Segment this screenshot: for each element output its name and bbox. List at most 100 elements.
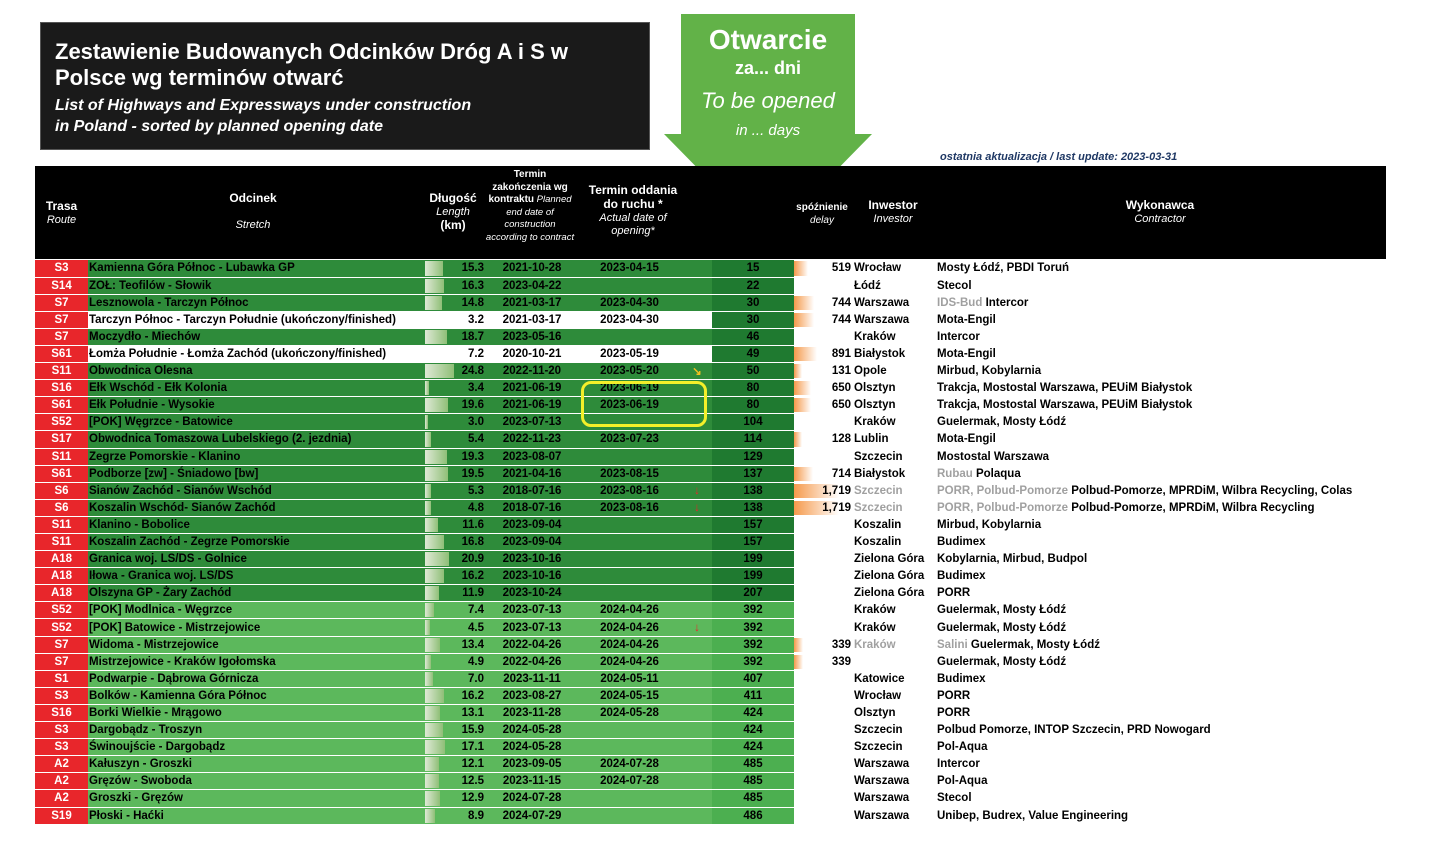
contractor-value: Stecol <box>937 792 972 805</box>
contract-date-cell: 2024-07-28 <box>487 789 577 808</box>
length-cell: 12.9 <box>425 789 487 808</box>
contract-date-cell: 2021-04-16 <box>487 465 577 483</box>
title-box: Zestawienie Budowanych Odcinków Dróg A i… <box>40 22 650 150</box>
contractor-grey: PORR, Polbud-Pomorze <box>937 501 1068 514</box>
delay-cell <box>794 618 853 637</box>
actual-date-cell: 2024-04-26 <box>577 618 682 637</box>
table-row: A2 Kałuszyn - Groszki 12.1 2023-09-05 2024-0… <box>35 755 1386 774</box>
days-cell: 138 <box>712 482 794 500</box>
contractor-value: Guelermak, Mosty Łódź <box>937 621 1067 634</box>
length-bar <box>425 791 440 806</box>
actual-date-cell <box>577 277 682 295</box>
investor-value: Warszawa <box>854 775 910 788</box>
contractor-cell: Mota-Engil <box>936 345 1386 364</box>
days-cell: 424 <box>712 704 794 723</box>
highlight-circle <box>581 381 707 427</box>
length-cell: 3.2 <box>425 311 487 329</box>
actual-date-cell: 2023-04-15 <box>577 260 682 278</box>
table-row: S6 Sianów Zachód - Sianów Wschód 5.3 2018-0… <box>35 482 1386 500</box>
header-actual-date: Termin oddania do ruchu * Actual date of … <box>588 183 678 238</box>
length-bar <box>425 466 448 481</box>
investor-grey: Szczecin <box>854 501 903 514</box>
length-bar <box>425 774 440 789</box>
investor-value: Olsztyn <box>854 399 896 412</box>
route-cell: A18 <box>35 567 88 586</box>
stretch-cell: Kałuszyn - Groszki <box>88 755 425 774</box>
investor-cell: Katowice <box>853 670 936 688</box>
stretch-cell: Podwarpie - Dąbrowa Górnicza <box>88 670 425 688</box>
investor-value: Warszawa <box>854 809 910 822</box>
route-cell: S7 <box>35 328 88 346</box>
route-cell: S11 <box>35 533 88 552</box>
investor-grey: Kraków <box>854 638 896 651</box>
trend-mark <box>682 277 712 295</box>
actual-date-cell <box>577 721 682 740</box>
trend-mark <box>682 807 712 825</box>
investor-value: Koszalin <box>854 536 902 549</box>
contractor-cell: IDS-Bud Intercor <box>936 294 1386 312</box>
contractor-cell: Pol-Aqua <box>936 772 1386 791</box>
length-cell: 24.8 <box>425 362 487 381</box>
contractor-value: Polaqua <box>975 467 1021 480</box>
length-cell: 12.1 <box>425 755 487 774</box>
contractor-value: Mota-Engil <box>937 433 996 446</box>
contractor-cell: PORR, Polbud-Pomorze Polbud-Pomorze, MPR… <box>936 482 1386 500</box>
table-row: S3 Kamienna Góra Północ - Lubawka GP 15.3 2… <box>35 260 1386 278</box>
days-cell: 50 <box>712 362 794 381</box>
route-cell: A2 <box>35 789 88 808</box>
contractor-value: Budimex <box>937 570 986 583</box>
delay-cell <box>794 670 853 688</box>
length-bar <box>425 637 441 652</box>
days-cell: 392 <box>712 636 794 654</box>
length-cell: 4.5 <box>425 618 487 637</box>
actual-date-cell: 2024-04-26 <box>577 601 682 620</box>
stretch-cell: Koszalin Zachód - Zegrze Pomorskie <box>88 533 425 552</box>
delay-cell: 519 <box>794 260 853 278</box>
delay-cell: 744 <box>794 294 853 312</box>
investor-value: Warszawa <box>854 296 910 309</box>
length-bar <box>425 740 445 755</box>
header-investor: Inwestor Investor <box>868 198 918 226</box>
days-cell: 30 <box>712 311 794 329</box>
stretch-cell: Ełk Wschód - Ełk Kolonia <box>88 379 425 398</box>
investor-value: Kraków <box>854 621 896 634</box>
investor-cell: Szczecin <box>853 721 936 740</box>
contractor-cell: Mota-Engil <box>936 311 1386 329</box>
contract-date-cell: 2021-03-17 <box>487 311 577 329</box>
length-cell: 7.2 <box>425 345 487 364</box>
investor-cell: Białystok <box>853 465 936 483</box>
delay-cell: 339 <box>794 653 853 671</box>
delay-cell <box>794 448 853 466</box>
length-cell: 11.9 <box>425 584 487 603</box>
investor-cell: Wrocław <box>853 687 936 705</box>
length-value: 3.0 <box>468 416 484 429</box>
investor-cell: Szczecin <box>853 482 936 500</box>
length-bar <box>425 620 431 635</box>
contract-date-cell: 2024-05-28 <box>487 738 577 757</box>
investor-cell: Lublin <box>853 430 936 449</box>
delay-bar <box>794 261 808 276</box>
length-value: 12.1 <box>461 758 484 771</box>
actual-date-cell <box>577 533 682 552</box>
table-row: S7 Tarczyn Północ - Tarczyn Południe (uko… <box>35 311 1386 329</box>
contractor-cell: Mirbud, Kobylarnia <box>936 516 1386 535</box>
table-row: S11 Klanino - Bobolice 11.6 2023-09-04 157 Ko… <box>35 516 1386 535</box>
page-subtitle-line2: in Poland - sorted by planned opening da… <box>55 118 384 135</box>
trend-mark <box>682 704 712 723</box>
days-cell: 80 <box>712 379 794 398</box>
trend-mark <box>682 328 712 346</box>
length-value: 19.3 <box>461 450 484 463</box>
length-value: 8.9 <box>468 809 484 822</box>
trend-mark <box>682 670 712 688</box>
actual-date-cell <box>577 738 682 757</box>
contract-date-cell: 2021-06-19 <box>487 379 577 398</box>
delay-bar <box>794 654 803 669</box>
table-row: S52 [POK] Batowice - Mistrzejowice 4.5 2023… <box>35 618 1386 637</box>
route-cell: S7 <box>35 636 88 654</box>
days-cell: 138 <box>712 499 794 517</box>
stretch-cell: Obwodnica Tomaszowa Lubelskiego (2. jezd… <box>88 430 425 449</box>
investor-value: Kraków <box>854 330 896 343</box>
length-cell: 5.4 <box>425 430 487 449</box>
investor-value: Szczecin <box>854 724 903 737</box>
contractor-value: Trakcja, Mostostal Warszawa, PEUiM Biały… <box>937 382 1193 395</box>
